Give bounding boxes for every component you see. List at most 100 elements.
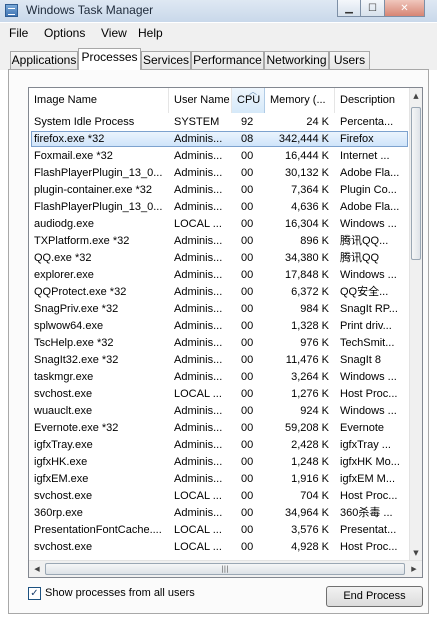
- cell-memory: 16,444 K: [284, 150, 329, 162]
- cell-description: 360杀毒 ...: [340, 507, 393, 519]
- process-row[interactable]: igfxEM.exe Adminis... 00 1,916 K igfxEM M...: [29, 471, 410, 488]
- process-row[interactable]: svchost.exe LOCAL ... 00 4,928 K Host Proc..…: [29, 539, 410, 556]
- scroll-left-arrow-icon[interactable]: ◀: [31, 563, 43, 575]
- scroll-grip-icon: |||: [221, 565, 229, 573]
- column-cpu[interactable]: CPU ︿: [232, 88, 265, 113]
- cell-image-name: igfxTray.exe: [34, 439, 93, 451]
- cell-user-name: Adminis...: [174, 252, 223, 264]
- process-row[interactable]: plugin-container.exe *32 Adminis... 00 7,36…: [29, 182, 410, 199]
- process-row[interactable]: TXPlatform.exe *32 Adminis... 00 896 K 腾讯QQ.…: [29, 233, 410, 250]
- process-row[interactable]: System Idle Process SYSTEM 92 24 K Percenta.…: [29, 114, 410, 131]
- cell-memory: 4,636 K: [291, 201, 329, 213]
- cell-user-name: Adminis...: [174, 422, 223, 434]
- cell-user-name: Adminis...: [174, 337, 223, 349]
- vertical-scroll-thumb[interactable]: [411, 107, 421, 260]
- cell-user-name: Adminis...: [174, 405, 223, 417]
- cell-user-name: Adminis...: [174, 456, 223, 468]
- process-row[interactable]: PresentationFontCache.... LOCAL ... 00 3,57…: [29, 522, 410, 539]
- scroll-up-arrow-icon[interactable]: ▲: [410, 90, 422, 102]
- process-row[interactable]: TscHelp.exe *32 Adminis... 00 976 K TechSmit…: [29, 335, 410, 352]
- cell-user-name: Adminis...: [174, 167, 223, 179]
- cell-memory: 1,276 K: [291, 388, 329, 400]
- show-all-users-label[interactable]: Show processes from all users: [45, 587, 195, 599]
- menu-file[interactable]: File: [9, 26, 28, 40]
- process-row[interactable]: taskmgr.exe Adminis... 00 3,264 K Windows ..…: [29, 369, 410, 386]
- process-row[interactable]: SnagPriv.exe *32 Adminis... 00 984 K SnagIt …: [29, 301, 410, 318]
- cell-memory: 59,208 K: [284, 422, 329, 434]
- column-memory[interactable]: Memory (...: [265, 88, 335, 113]
- cell-image-name: splwow64.exe: [34, 320, 104, 332]
- process-row[interactable]: Foxmail.exe *32 Adminis... 00 16,444 K Inter…: [29, 148, 410, 165]
- process-row[interactable]: QQ.exe *32 Adminis... 00 34,380 K 腾讯QQ: [29, 250, 410, 267]
- menu-options[interactable]: Options: [44, 26, 85, 40]
- tab-networking[interactable]: Networking: [264, 51, 329, 69]
- cell-description: SnagIt 8: [340, 354, 381, 366]
- cell-image-name: SnagPriv.exe *32: [34, 303, 119, 315]
- process-row[interactable]: splwow64.exe Adminis... 00 1,328 K Print dri…: [29, 318, 410, 335]
- process-row[interactable]: wuauclt.exe Adminis... 00 924 K Windows ...: [29, 403, 410, 420]
- cell-description: Plugin Co...: [340, 184, 397, 196]
- cell-description: SnagIt RP...: [340, 303, 398, 315]
- cell-cpu: 92: [241, 116, 254, 128]
- column-image-name[interactable]: Image Name: [29, 88, 169, 113]
- process-row[interactable]: Evernote.exe *32 Adminis... 00 59,208 K Ever…: [29, 420, 410, 437]
- cell-image-name: plugin-container.exe *32: [34, 184, 153, 196]
- process-row[interactable]: explorer.exe Adminis... 00 17,848 K Windows …: [29, 267, 410, 284]
- process-row[interactable]: FlashPlayerPlugin_13_0... Adminis... 00 4,6…: [29, 199, 410, 216]
- cell-image-name: taskmgr.exe: [34, 371, 94, 383]
- cell-cpu: 00: [241, 286, 254, 298]
- column-description[interactable]: Description: [335, 88, 410, 113]
- vertical-scrollbar[interactable]: ▲ ▼: [409, 88, 422, 561]
- menu-help[interactable]: Help: [138, 26, 163, 40]
- scroll-right-arrow-icon[interactable]: ▶: [408, 563, 420, 575]
- tab-performance[interactable]: Performance: [191, 51, 264, 69]
- process-row[interactable]: svchost.exe LOCAL ... 00 704 K Host Proc...: [29, 488, 410, 505]
- cell-cpu: 00: [241, 303, 254, 315]
- cell-cpu: 00: [241, 456, 254, 468]
- cell-cpu: 00: [241, 473, 254, 485]
- tab-services[interactable]: Services: [141, 51, 191, 69]
- cell-user-name: Adminis...: [174, 235, 223, 247]
- cell-image-name: wuauclt.exe: [34, 405, 93, 417]
- process-row[interactable]: igfxHK.exe Adminis... 00 1,248 K igfxHK Mo..…: [29, 454, 410, 471]
- cell-memory: 984 K: [300, 303, 329, 315]
- cell-description: Firefox: [340, 133, 374, 145]
- cell-memory: 1,328 K: [291, 320, 329, 332]
- cell-description: Adobe Fla...: [340, 201, 400, 213]
- cell-description: Percenta...: [340, 116, 394, 128]
- process-row[interactable]: firefox.exe *32 Adminis... 08 342,444 K Fire…: [29, 131, 410, 148]
- process-row[interactable]: QQProtect.exe *32 Adminis... 00 6,372 K QQ安全…: [29, 284, 410, 301]
- tab-processes[interactable]: Processes: [78, 48, 141, 70]
- cell-cpu: 00: [241, 371, 254, 383]
- cell-memory: 704 K: [300, 490, 329, 502]
- horizontal-scrollbar[interactable]: ◀ ||| ▶: [29, 560, 422, 577]
- maximize-button[interactable]: ☐: [361, 0, 385, 17]
- process-row[interactable]: audiodg.exe LOCAL ... 00 16,304 K Windows ..…: [29, 216, 410, 233]
- close-button[interactable]: ✕: [385, 0, 425, 17]
- cell-cpu: 00: [241, 439, 254, 451]
- task-manager-icon: [5, 4, 18, 17]
- tab-users[interactable]: Users: [329, 51, 370, 69]
- process-row[interactable]: FlashPlayerPlugin_13_0... Adminis... 00 30,…: [29, 165, 410, 182]
- scroll-down-arrow-icon[interactable]: ▼: [410, 547, 422, 559]
- menu-view[interactable]: View: [101, 26, 127, 40]
- end-process-button[interactable]: End Process: [326, 586, 423, 607]
- cell-cpu: 00: [241, 524, 254, 536]
- cell-memory: 11,476 K: [285, 354, 329, 366]
- process-row[interactable]: 360rp.exe Adminis... 00 34,964 K 360杀毒 ...: [29, 505, 410, 522]
- show-all-users-checkbox[interactable]: ✓: [28, 586, 41, 600]
- process-list[interactable]: Image Name User Name CPU ︿ Memory (... D…: [28, 87, 423, 578]
- column-user-name[interactable]: User Name: [169, 88, 232, 113]
- show-all-users-option[interactable]: ✓ Show processes from all users: [28, 586, 195, 600]
- tab-applications[interactable]: Applications: [10, 51, 78, 69]
- process-row[interactable]: svchost.exe LOCAL ... 00 1,276 K Host Proc..…: [29, 386, 410, 403]
- cell-image-name: firefox.exe *32: [34, 133, 105, 145]
- cell-image-name: FlashPlayerPlugin_13_0...: [34, 167, 163, 179]
- cell-memory: 896 K: [300, 235, 329, 247]
- process-row[interactable]: igfxTray.exe Adminis... 00 2,428 K igfxTray …: [29, 437, 410, 454]
- horizontal-scroll-thumb[interactable]: |||: [45, 563, 405, 575]
- column-header: Image Name User Name CPU ︿ Memory (... D…: [29, 88, 410, 113]
- minimize-button[interactable]: ▁: [337, 0, 361, 17]
- cell-image-name: svchost.exe: [34, 388, 93, 400]
- process-row[interactable]: SnagIt32.exe *32 Adminis... 00 11,476 K Snag…: [29, 352, 410, 369]
